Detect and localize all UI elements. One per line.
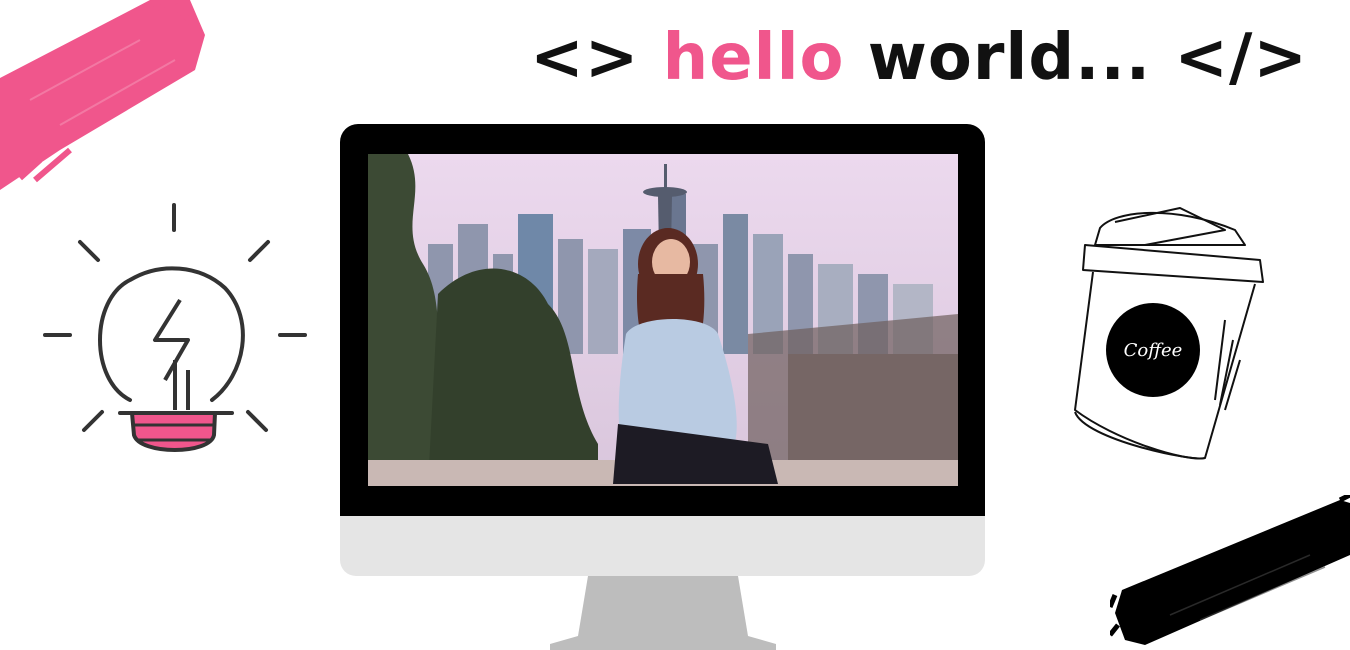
headline-highlight: hello (662, 21, 845, 95)
monitor-chin (340, 516, 985, 576)
headline-prefix: <> (530, 21, 663, 95)
headline: <> hello world... </> (530, 26, 1308, 90)
pink-brush-stroke (0, 0, 205, 190)
lightbulb-icon (43, 203, 307, 452)
coffee-label: Coffee (1124, 340, 1183, 361)
headline-suffix: world... </> (844, 21, 1308, 95)
monitor-screen-photo (368, 154, 958, 486)
coffee-cup-icon: Coffee (1074, 207, 1264, 460)
black-brush-stroke (1110, 495, 1350, 645)
monitor-stand (550, 576, 776, 650)
